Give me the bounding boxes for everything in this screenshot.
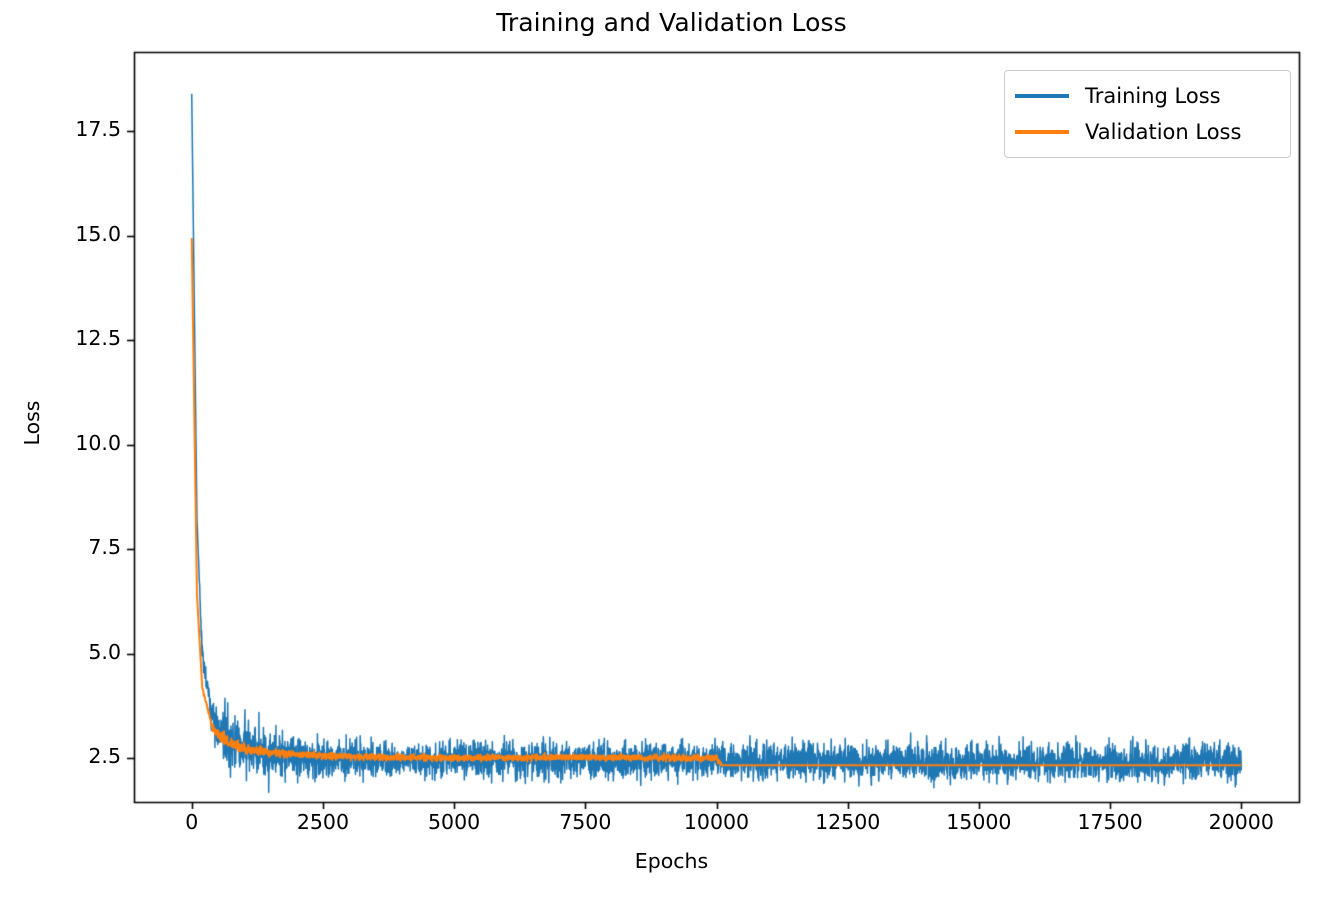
y-tick-label: 7.5 <box>88 535 121 560</box>
legend-item-training-loss[interactable]: Training Loss <box>1015 78 1280 114</box>
x-tick-label: 10000 <box>683 810 750 834</box>
y-tick-label: 12.5 <box>75 326 121 351</box>
legend-color-swatch-training <box>1015 94 1069 98</box>
x-tick-label: 20000 <box>1208 810 1274 834</box>
x-tick-label: 12500 <box>815 810 881 834</box>
legend-item-validation-loss[interactable]: Validation Loss <box>1015 114 1280 150</box>
y-tick-label: 15.0 <box>75 221 121 246</box>
legend-label-training: Training Loss <box>1085 84 1221 108</box>
y-tick-label: 2.5 <box>88 744 121 769</box>
chart-figure: Training and Validation Loss Epochs Loss… <box>0 0 1343 898</box>
y-tick-label: 5.0 <box>88 639 121 664</box>
y-tick-label: 17.5 <box>75 117 121 142</box>
x-tick-label: 5000 <box>428 810 481 834</box>
y-tick-label: 10.0 <box>75 430 121 455</box>
legend-color-swatch-validation <box>1015 130 1069 134</box>
x-tick-label: 17500 <box>1077 810 1143 834</box>
x-tick-label: 15000 <box>946 810 1012 834</box>
x-tick-label: 7500 <box>559 810 612 834</box>
chart-legend[interactable]: Training Loss Validation Loss <box>1004 70 1291 158</box>
legend-label-validation: Validation Loss <box>1085 120 1242 144</box>
x-tick-label: 2500 <box>296 810 349 834</box>
x-tick-label: 0 <box>185 810 199 834</box>
